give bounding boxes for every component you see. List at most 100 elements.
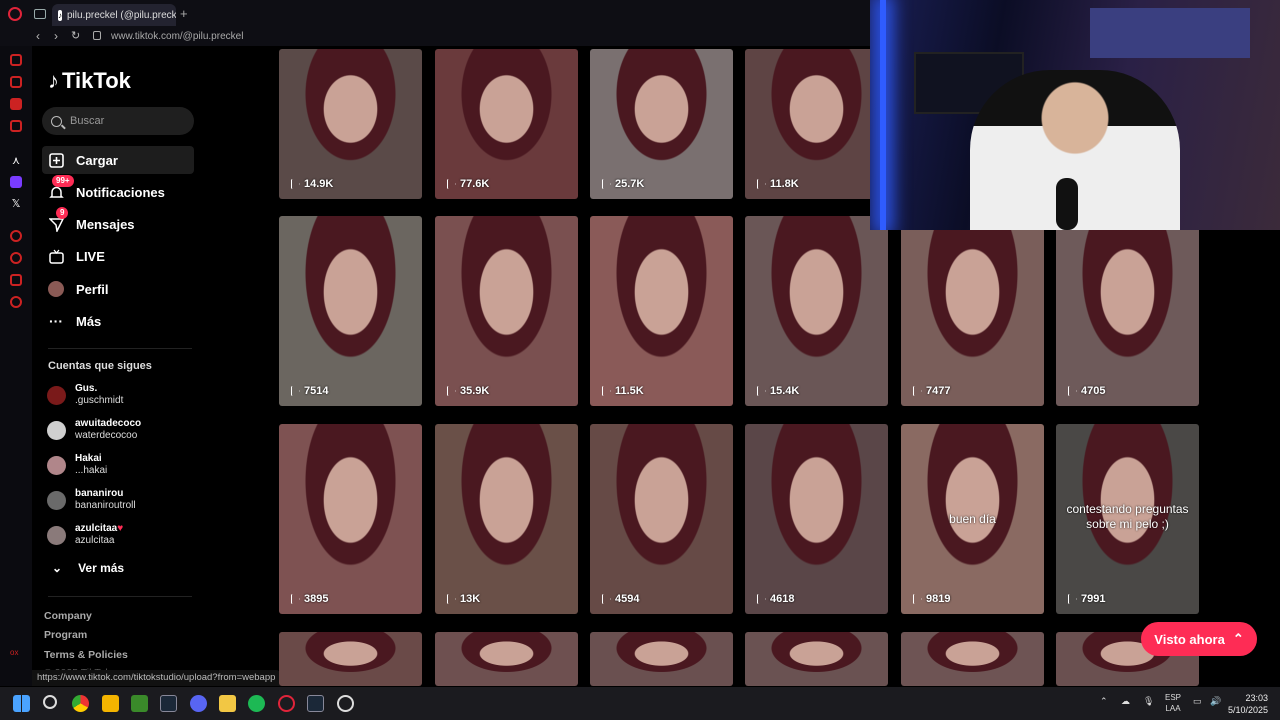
- nav-profile[interactable]: Perfil: [42, 275, 194, 303]
- search-input[interactable]: [70, 115, 180, 127]
- avatar: [47, 525, 66, 545]
- lock-icon: [93, 31, 101, 40]
- windows-start-icon[interactable]: [13, 695, 30, 712]
- tiktok-logo[interactable]: ♪ TikTok: [48, 68, 131, 94]
- twitch-icon[interactable]: [10, 176, 22, 188]
- url-field[interactable]: www.tiktok.com/@pilu.preckel: [111, 31, 243, 42]
- following-item[interactable]: bananirou bananiroutroll: [47, 485, 197, 515]
- discord-icon[interactable]: [190, 695, 207, 712]
- video-tile[interactable]: [279, 632, 422, 686]
- view-count-text: 15.4K: [770, 385, 800, 397]
- nav-label: Más: [76, 313, 102, 329]
- back-icon[interactable]: ‹: [36, 29, 40, 43]
- video-tile[interactable]: 14.9K: [279, 49, 422, 199]
- video-tile[interactable]: 15.4K: [745, 216, 888, 406]
- divider: [48, 348, 192, 349]
- account-handle: waterdecocoo: [75, 430, 138, 441]
- view-count: 77.6K: [447, 178, 489, 190]
- chevron-up-icon[interactable]: ⌃: [1100, 696, 1108, 707]
- view-count: 4705: [1068, 385, 1105, 397]
- language-code: ESP: [1165, 693, 1182, 702]
- webcam-overlay: [870, 0, 1280, 230]
- nav-label: LIVE: [76, 248, 105, 264]
- video-tile[interactable]: [901, 632, 1044, 686]
- spotify-icon[interactable]: [248, 695, 265, 712]
- video-tile[interactable]: [590, 632, 733, 686]
- app-icon[interactable]: [337, 695, 354, 712]
- see-more-button[interactable]: ⌄ Ver más: [52, 561, 124, 575]
- video-tile[interactable]: [435, 632, 578, 686]
- account-handle: azulcitaa: [75, 535, 115, 546]
- sidebar-app-icon[interactable]: [10, 274, 22, 286]
- following-item[interactable]: azulcitaa♥ azulcitaa: [47, 520, 197, 550]
- x-icon[interactable]: 𝕏: [10, 197, 22, 210]
- view-count-text: 4705: [1081, 385, 1106, 397]
- video-tile[interactable]: 25.7K: [590, 49, 733, 199]
- nav-more[interactable]: ··· Más: [42, 307, 194, 335]
- workspace-icon[interactable]: [34, 9, 46, 19]
- account-handle: bananiroutroll: [75, 500, 136, 511]
- video-tile[interactable]: 4618: [745, 424, 888, 614]
- video-tile[interactable]: 4705: [1056, 216, 1199, 406]
- video-tile[interactable]: 35.9K: [435, 216, 578, 406]
- opera-icon[interactable]: [278, 695, 295, 712]
- sidebar-app-icon[interactable]: [10, 120, 22, 132]
- reload-icon[interactable]: ↻: [71, 29, 80, 42]
- clock-icon[interactable]: [10, 252, 22, 264]
- nav-notifications[interactable]: 99+ Notificaciones: [42, 175, 194, 206]
- footer-link-company[interactable]: Company: [44, 610, 92, 622]
- video-tile[interactable]: [745, 632, 888, 686]
- following-item[interactable]: Hakai ...hakai: [47, 450, 197, 480]
- sidebar-app-icon[interactable]: ⋏: [10, 154, 22, 167]
- folder-icon[interactable]: [219, 695, 236, 712]
- new-tab-button[interactable]: +: [180, 6, 188, 21]
- visto-ahora-button[interactable]: Visto ahora ⌃: [1141, 622, 1257, 656]
- video-tile[interactable]: 4594: [590, 424, 733, 614]
- nav-messages[interactable]: 9 Mensajes: [42, 207, 194, 238]
- following-item[interactable]: awuitadecoco waterdecocoo: [47, 415, 197, 445]
- clock-date: 5/10/2025: [1227, 705, 1268, 715]
- view-count: 7991: [1068, 593, 1105, 605]
- footer-link-program[interactable]: Program: [44, 629, 87, 641]
- video-tile[interactable]: 3895: [279, 424, 422, 614]
- mic-icon[interactable]: 🎙: [1143, 696, 1154, 707]
- nav-label: Perfil: [76, 281, 109, 297]
- video-tile[interactable]: 11.8K: [745, 49, 888, 199]
- language-indicator[interactable]: ESP LAA: [1165, 692, 1181, 714]
- nav-live[interactable]: LIVE: [42, 242, 194, 270]
- browser-tab[interactable]: ♪ pilu.preckel (@pilu.precke ✕: [52, 4, 176, 26]
- video-tile[interactable]: 7514: [279, 216, 422, 406]
- sidebar-app-icon[interactable]: [10, 76, 22, 88]
- opera-logo-icon[interactable]: [8, 7, 22, 21]
- search-bar[interactable]: [42, 107, 194, 135]
- network-icon[interactable]: ☁: [1121, 696, 1130, 707]
- plus-square-icon: [48, 152, 64, 168]
- forward-icon[interactable]: ›: [54, 29, 58, 43]
- video-tile[interactable]: buen día 9819: [901, 424, 1044, 614]
- double-chevron-up-icon: ⌃: [1232, 631, 1244, 646]
- clock[interactable]: 23:03 5/10/2025: [1228, 692, 1268, 716]
- video-tile[interactable]: 77.6K: [435, 49, 578, 199]
- video-tile[interactable]: contestando preguntas sobre mi pelo ;) 79…: [1056, 424, 1199, 614]
- settings-icon[interactable]: [10, 296, 22, 308]
- chrome-icon[interactable]: [72, 695, 89, 712]
- video-tile[interactable]: 7477: [901, 216, 1044, 406]
- sidebar-app-icon[interactable]: [10, 54, 22, 66]
- footer-link-terms[interactable]: Terms & Policies: [44, 649, 128, 661]
- view-count: 4594: [602, 593, 639, 605]
- video-tile[interactable]: 11.5K: [590, 216, 733, 406]
- following-item[interactable]: Gus. .guschmidt: [47, 380, 197, 410]
- app-icon[interactable]: [102, 695, 119, 712]
- search-icon[interactable]: [43, 695, 57, 709]
- sidebar-app-icon[interactable]: ox: [10, 648, 22, 660]
- minecraft-icon[interactable]: [131, 695, 148, 712]
- steam-icon[interactable]: [307, 695, 324, 712]
- volume-icon[interactable]: 🔊: [1210, 696, 1221, 707]
- sidebar-app-icon[interactable]: [10, 98, 22, 110]
- view-count-text: 4618: [770, 593, 795, 605]
- wifi-icon[interactable]: ▭: [1193, 696, 1202, 707]
- video-tile[interactable]: 13K: [435, 424, 578, 614]
- steam-icon[interactable]: [160, 695, 177, 712]
- nav-upload[interactable]: Cargar: [42, 146, 194, 174]
- sidebar-app-icon[interactable]: [10, 230, 22, 242]
